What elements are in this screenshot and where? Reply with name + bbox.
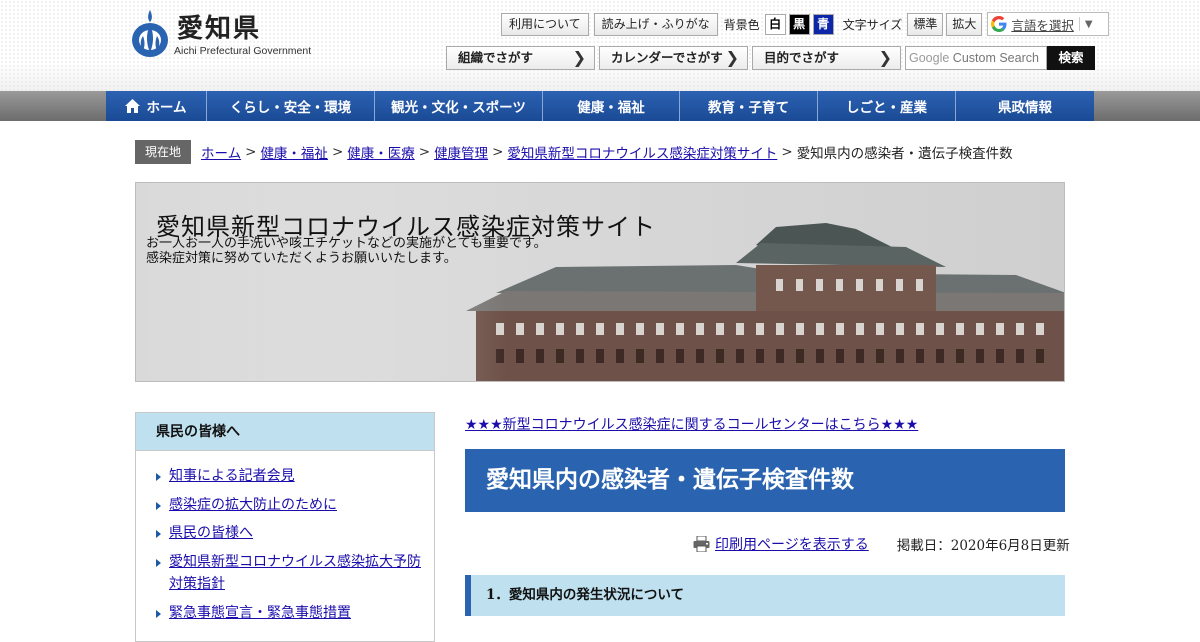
global-nav-bar: ホーム くらし・安全・環境 観光・文化・スポーツ 健康・福祉 教育・子育て しご…: [0, 91, 1200, 121]
breadcrumb-link-covid-site[interactable]: 愛知県新型コロナウイルス感染症対策サイト: [507, 142, 777, 162]
search-placeholder-brand: Google: [909, 51, 950, 65]
sidebar-link-governor-press[interactable]: 知事による記者会見: [169, 468, 295, 484]
search-submit-button[interactable]: 検索: [1047, 46, 1095, 70]
dropdown-arrow-icon: ▼: [1084, 18, 1093, 30]
search-by-organization-button[interactable]: 組織でさがす ❯: [446, 46, 595, 70]
breadcrumb-current: 愛知県内の感染者・遺伝子検査件数: [796, 146, 1013, 162]
sidebar-item: 知事による記者会見: [156, 465, 426, 488]
call-center-link[interactable]: ★★★新型コロナウイルス感染症に関するコールセンターはこちら★★★: [465, 417, 918, 433]
sidebar-menu: 県民の皆様へ 知事による記者会見 感染症の拡大防止のために 県民の皆様へ 愛知県…: [135, 412, 435, 642]
call-center-notice: ★★★新型コロナウイルス感染症に関するコールセンターはこちら★★★: [465, 414, 918, 434]
home-icon: [125, 99, 141, 113]
nav-item-health-welfare[interactable]: 健康・福祉: [543, 91, 680, 121]
site-logo[interactable]: 愛知県 Aichi Prefectural Government: [130, 8, 330, 60]
aichi-emblem-icon: [132, 10, 168, 57]
site-name-en: Aichi Prefectural Government: [174, 45, 312, 57]
breadcrumb-separator: >: [492, 144, 504, 160]
readout-furigana-button[interactable]: 読み上げ・ふりがな: [593, 12, 718, 36]
sidebar-item: 県民の皆様へ: [156, 522, 426, 545]
print-page-link[interactable]: 印刷用ページを表示する: [715, 534, 869, 554]
language-select[interactable]: 言語を選択 ▼: [987, 12, 1110, 36]
sidebar-item: 感染症の拡大防止のために: [156, 494, 426, 517]
site-header: 愛知県 Aichi Prefectural Government 利用について …: [0, 0, 1200, 91]
font-standard-button[interactable]: 標準: [907, 12, 944, 36]
sidebar-link-prevent-spread[interactable]: 感染症の拡大防止のために: [169, 497, 337, 513]
published-date: 掲載日：2020年6月8日更新: [896, 538, 1070, 554]
printer-icon: [693, 536, 710, 552]
banner-subtitle: お一人お一人の手洗いや咳エチケットなどの実施がとても重要です。 感染症対策に努め…: [146, 236, 547, 266]
search-by-purpose-button[interactable]: 目的でさがす ❯: [752, 46, 901, 70]
nav-item-education-childcare[interactable]: 教育・子育て: [680, 91, 818, 121]
chevron-right-icon: ❯: [572, 48, 586, 67]
breadcrumb-separator: >: [418, 144, 431, 160]
utility-toolbar: 利用について 読み上げ・ふりがな 背景色 白 黒 青 文字サイズ 標準 拡大 言…: [501, 12, 1110, 36]
chevron-right-icon: ❯: [725, 48, 739, 67]
sidebar-item: 愛知県新型コロナウイルス感染拡大予防対策指針: [156, 551, 426, 596]
chevron-right-icon: ❯: [878, 48, 892, 67]
site-search-input[interactable]: Google Custom Search: [905, 46, 1047, 70]
font-size-label: 文字サイズ: [842, 17, 903, 32]
breadcrumb-separator: >: [245, 144, 257, 160]
nav-item-work-industry[interactable]: しごと・産業: [818, 91, 956, 121]
sidebar-link-guidelines[interactable]: 愛知県新型コロナウイルス感染拡大予防対策指針: [169, 554, 421, 593]
bg-white-button[interactable]: 白: [764, 13, 786, 35]
breadcrumb-here-label: 現在地: [135, 140, 192, 164]
sidebar-list: 知事による記者会見 感染症の拡大防止のために 県民の皆様へ 愛知県新型コロナウイ…: [136, 451, 434, 624]
banner-subtitle-line: お一人お一人の手洗いや咳エチケットなどの実施がとても重要です。: [146, 236, 547, 251]
page-title: 愛知県内の感染者・遺伝子検査件数: [465, 449, 1065, 512]
banner-subtitle-line: 感染症対策に努めていただくようお願いいたします。: [146, 251, 457, 266]
sidebar-item: 緊急事態宣言・緊急事態措置: [156, 602, 426, 625]
nav-item-label: ホーム: [146, 100, 187, 116]
nav-item-living-safety-environment[interactable]: くらし・安全・環境: [207, 91, 375, 121]
language-select-label: 言語を選択: [1011, 17, 1074, 33]
print-row: 印刷用ページを表示する 掲載日：2020年6月8日更新: [693, 534, 1070, 554]
google-g-icon: [991, 16, 1007, 32]
section-heading-1: 1．愛知県内の発生状況について: [465, 575, 1065, 616]
site-name: 愛知県: [177, 14, 262, 44]
terms-button[interactable]: 利用について: [501, 12, 589, 36]
search-by-calendar-button[interactable]: カレンダーでさがす ❯: [599, 46, 748, 70]
global-nav: ホーム くらし・安全・環境 観光・文化・スポーツ 健康・福祉 教育・子育て しご…: [106, 91, 1094, 121]
breadcrumb-link-health-welfare[interactable]: 健康・福祉: [260, 142, 328, 162]
search-by-calendar-label: カレンダーでさがす: [611, 50, 723, 65]
bg-color-label: 背景色: [723, 17, 760, 32]
bg-black-button[interactable]: 黒: [788, 13, 810, 35]
breadcrumb-link-home[interactable]: ホーム: [201, 142, 241, 162]
sidebar-heading: 県民の皆様へ: [136, 413, 434, 451]
search-placeholder-text: Custom Search: [952, 51, 1039, 65]
breadcrumb-link-health-medical[interactable]: 健康・医療: [347, 142, 415, 162]
bg-blue-button[interactable]: 青: [812, 13, 834, 35]
covid-site-banner[interactable]: 愛知県新型コロナウイルス感染症対策サイト お一人お一人の手洗いや咳エチケットなど…: [135, 182, 1065, 382]
font-large-button[interactable]: 拡大: [946, 12, 983, 36]
breadcrumb-separator: >: [331, 144, 344, 160]
language-select-divider: [1078, 17, 1080, 31]
search-bar: 組織でさがす ❯ カレンダーでさがす ❯ 目的でさがす ❯ Google Cus…: [446, 46, 1095, 70]
nav-item-prefectural-info[interactable]: 県政情報: [956, 91, 1094, 121]
sidebar-link-emergency[interactable]: 緊急事態宣言・緊急事態措置: [169, 605, 351, 621]
nav-item-home[interactable]: ホーム: [106, 91, 207, 121]
sidebar-link-residents[interactable]: 県民の皆様へ: [169, 525, 253, 541]
breadcrumb-link-health-management[interactable]: 健康管理: [434, 142, 488, 162]
nav-item-tourism-culture-sports[interactable]: 観光・文化・スポーツ: [375, 91, 543, 121]
breadcrumb: 現在地 ホーム > 健康・福祉 > 健康・医療 > 健康管理 > 愛知県新型コロ…: [135, 140, 1013, 164]
search-by-purpose-label: 目的でさがす: [764, 50, 840, 65]
search-by-organization-label: 組織でさがす: [458, 50, 534, 65]
breadcrumb-separator: >: [781, 144, 793, 160]
